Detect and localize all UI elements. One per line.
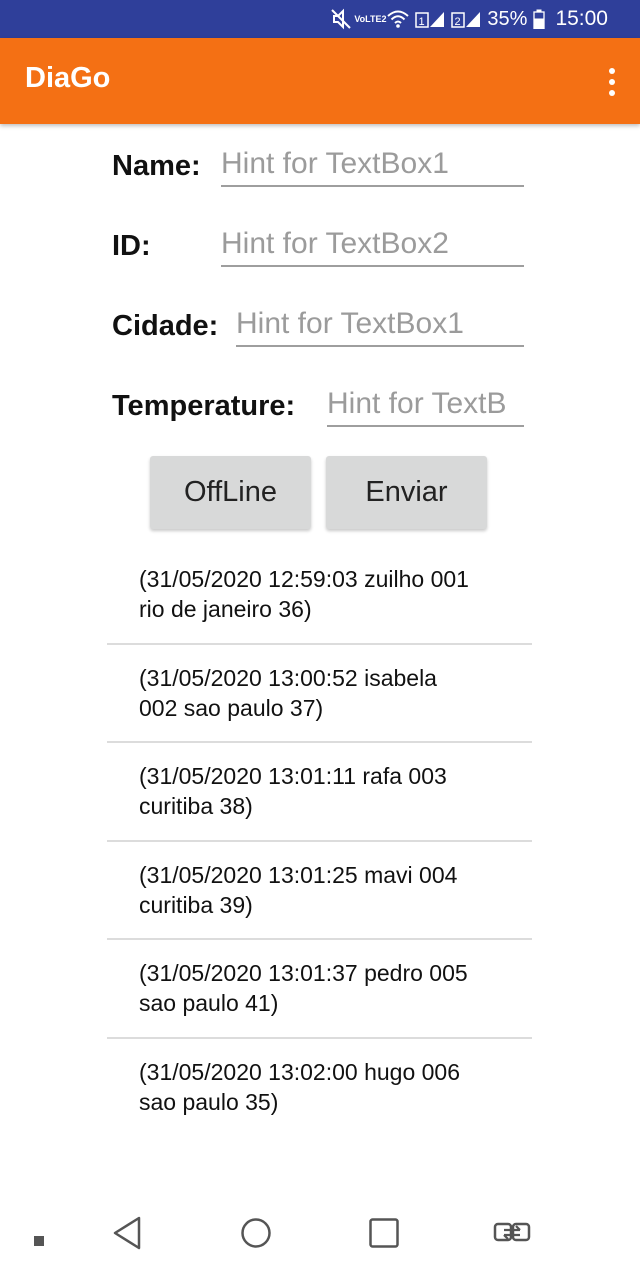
sim2-signal-icon: 2 — [451, 9, 481, 29]
clock: 15:00 — [555, 7, 608, 30]
list-item[interactable]: (31/05/2020 13:00:52 isabela 002 sao pau… — [107, 645, 532, 743]
navigation-bar — [0, 1196, 640, 1280]
recents-icon[interactable] — [368, 1216, 400, 1255]
battery-icon — [533, 9, 546, 29]
volte-line1: Vo — [354, 13, 366, 24]
records-list: (31/05/2020 12:59:03 zuilho 001 rio de j… — [107, 546, 532, 1137]
record-line1: (31/05/2020 13:02:00 hugo 006 — [139, 1058, 461, 1085]
record-line2: curitiba 39) — [139, 891, 253, 918]
cidade-label: Cidade: — [112, 310, 219, 342]
dot-icon[interactable] — [34, 1233, 44, 1251]
id-input[interactable] — [221, 223, 524, 267]
app-bar: DiaGo — [0, 38, 640, 124]
record-line1: (31/05/2020 13:01:37 pedro 005 — [139, 960, 468, 986]
offline-button[interactable]: OffLine — [150, 456, 311, 529]
app-title: DiaGo — [25, 62, 111, 94]
record-line2: curitiba 38) — [139, 793, 253, 819]
list-item[interactable]: (31/05/2020 12:59:03 zuilho 001 rio de j… — [107, 546, 532, 645]
id-label: ID: — [112, 230, 151, 262]
overflow-menu-icon[interactable] — [606, 68, 618, 96]
back-icon[interactable] — [112, 1216, 142, 1255]
record-line1: (31/05/2020 13:01:11 rafa 003 — [139, 763, 447, 789]
menu-dot — [609, 68, 615, 74]
volte-line2: LTE2 — [365, 13, 387, 24]
screen: Vo LTE2 1 2 35% 15:00 DiaGo Name: Hint f… — [0, 0, 640, 1280]
record-line2: sao paulo 35) — [139, 1088, 279, 1115]
list-item[interactable]: (31/05/2020 13:01:11 rafa 003 curitiba 3… — [107, 743, 532, 842]
temperature-input[interactable] — [327, 383, 524, 427]
name-input[interactable] — [221, 143, 524, 187]
sim1-signal-icon: 1 — [415, 9, 445, 29]
record-line2: rio de janeiro 36) — [139, 596, 312, 622]
volte-icon: Vo LTE2 — [354, 14, 386, 24]
battery-percent: 35% — [487, 7, 528, 30]
cidade-input[interactable] — [236, 303, 524, 347]
record-line1: (31/05/2020 13:01:25 mavi 004 — [139, 861, 458, 888]
record-line1: (31/05/2020 12:59:03 zuilho 001 — [139, 566, 469, 592]
record-line2: sao paulo 41) — [139, 990, 279, 1016]
sim1-label: 1 — [419, 16, 425, 28]
switch-apps-icon[interactable] — [493, 1216, 531, 1255]
home-icon[interactable] — [240, 1216, 272, 1255]
temperature-label: Temperature: — [112, 390, 296, 422]
mute-icon — [329, 8, 353, 30]
list-item[interactable]: (31/05/2020 13:01:25 mavi 004 curitiba 3… — [107, 842, 532, 940]
menu-dot — [609, 79, 615, 85]
menu-dot — [609, 90, 615, 96]
list-item[interactable]: (31/05/2020 13:01:37 pedro 005 sao paulo… — [107, 940, 532, 1039]
wifi-icon — [387, 9, 410, 29]
enviar-button[interactable]: Enviar — [326, 456, 487, 529]
name-label: Name: — [112, 150, 201, 182]
record-line2: 002 sao paulo 37) — [139, 694, 324, 721]
status-bar: Vo LTE2 1 2 35% 15:00 — [0, 0, 640, 38]
status-icons: Vo LTE2 1 2 35% 15:00 — [329, 0, 608, 38]
record-line1: (31/05/2020 13:00:52 isabela — [139, 664, 437, 691]
sim2-label: 2 — [455, 16, 461, 28]
list-item[interactable]: (31/05/2020 13:02:00 hugo 006 sao paulo … — [107, 1039, 532, 1138]
